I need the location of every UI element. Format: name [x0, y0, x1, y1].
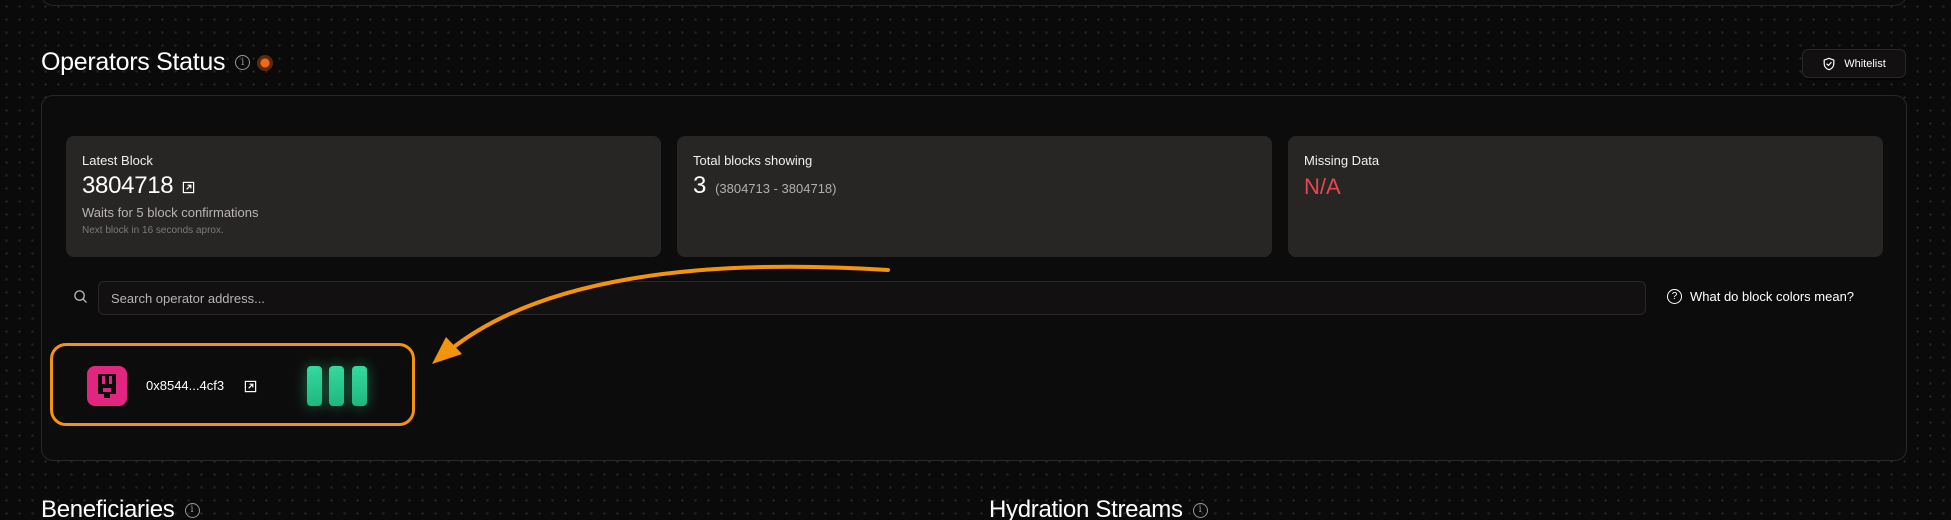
- block-status-bar[interactable]: [329, 366, 344, 406]
- info-icon[interactable]: i: [1192, 502, 1208, 518]
- latest-block-hint: Next block in 16 seconds aprox.: [82, 225, 224, 236]
- shield-check-icon: [1823, 57, 1835, 70]
- latest-block-value: 3804718: [82, 172, 174, 199]
- beneficiaries-header: Beneficiaries i: [41, 496, 200, 520]
- operator-row[interactable]: 0x8544...4cf3: [50, 343, 415, 426]
- block-colors-help-link[interactable]: ? What do block colors mean?: [1667, 289, 1854, 304]
- search-icon: [74, 290, 87, 303]
- external-link-icon[interactable]: [182, 181, 195, 194]
- operators-status-header: Operators Status i: [41, 48, 274, 77]
- whitelist-button[interactable]: Whitelist: [1802, 49, 1906, 78]
- question-circle-icon: ?: [1667, 289, 1682, 304]
- latest-block-label: Latest Block: [82, 153, 153, 168]
- hydration-streams-header: Hydration Streams i: [989, 496, 1208, 520]
- latest-block-card: Latest Block 3804718 Waits for 5 block c…: [66, 136, 661, 257]
- total-blocks-value: 3: [693, 172, 707, 199]
- latest-block-subtitle: Waits for 5 block confirmations: [82, 205, 259, 220]
- missing-data-value: N/A: [1304, 174, 1341, 199]
- hydration-streams-title: Hydration Streams: [989, 496, 1183, 520]
- external-link-icon[interactable]: [244, 380, 257, 393]
- previous-panel-edge: [41, 0, 1907, 6]
- help-label: What do block colors mean?: [1690, 289, 1855, 304]
- info-icon[interactable]: i: [235, 55, 251, 70]
- total-blocks-range: (3804713 - 3804718): [715, 180, 837, 196]
- block-status-bar[interactable]: [352, 366, 367, 406]
- search-operator-input[interactable]: [98, 281, 1646, 315]
- whitelist-label: Whitelist: [1844, 57, 1886, 70]
- missing-data-label: Missing Data: [1304, 153, 1380, 168]
- operator-address[interactable]: 0x8544...4cf3: [146, 378, 224, 393]
- total-blocks-card: Total blocks showing 3 (3804713 - 380471…: [677, 136, 1272, 257]
- beneficiaries-title: Beneficiaries: [41, 496, 175, 520]
- section-title: Operators Status: [41, 48, 226, 76]
- info-icon[interactable]: i: [184, 502, 200, 518]
- avatar-icon: [87, 366, 127, 406]
- block-status-bar[interactable]: [307, 366, 322, 406]
- missing-data-card: Missing Data N/A: [1288, 136, 1883, 257]
- status-dot-icon: [257, 54, 274, 71]
- total-blocks-label: Total blocks showing: [693, 153, 813, 168]
